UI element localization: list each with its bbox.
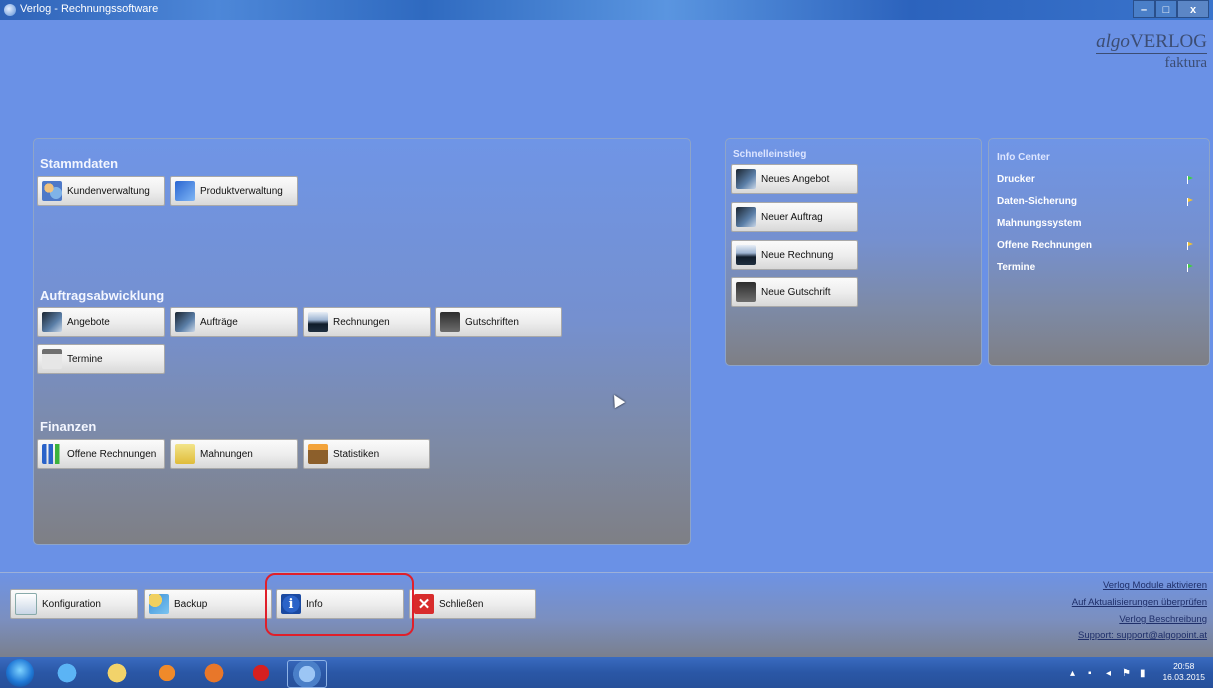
taskbar: ▴ ▪ ◂ ⚑ ▮ 20:58 16.03.2015 [0, 657, 1213, 688]
title-bar: Verlog - Rechnungssoftware [0, 0, 1213, 20]
logo-sub: faktura [1164, 55, 1207, 71]
rechnungen-label: Rechnungen [333, 316, 390, 328]
verlog-app-icon[interactable] [287, 660, 327, 688]
offene-rechnungen-label: Offene Rechnungen [67, 448, 157, 460]
statistics-icon [308, 444, 328, 464]
firefox-icon[interactable] [195, 660, 233, 686]
kundenverwaltung-button[interactable]: Kundenverwaltung [37, 176, 165, 206]
document-icon [42, 312, 62, 332]
calendar-icon [42, 349, 62, 369]
logo-brand-rest: VERLOG [1129, 31, 1207, 52]
kundenverwaltung-label: Kundenverwaltung [67, 185, 150, 197]
neue-rechnung-button[interactable]: Neue Rechnung [731, 240, 858, 270]
window-title: Verlog - Rechnungssoftware [20, 3, 159, 15]
auftraege-label: Aufträge [200, 316, 238, 328]
link-beschreibung[interactable]: Verlog Beschreibung [1119, 614, 1207, 625]
backup-icon [149, 594, 169, 614]
tray-network-icon[interactable]: ▪ [1088, 668, 1092, 679]
angebote-button[interactable]: Angebote [37, 307, 165, 337]
tray-signal-icon[interactable]: ▮ [1140, 668, 1146, 679]
bar-chart-icon [42, 444, 62, 464]
info-center-heading: Info Center [997, 152, 1050, 163]
angebote-label: Angebote [67, 316, 110, 328]
neues-angebot-button[interactable]: Neues Angebot [731, 164, 858, 194]
document-icon [736, 169, 756, 189]
schnelleinstieg-heading: Schnelleinstieg [733, 149, 807, 160]
termine-button[interactable]: Termine [37, 344, 165, 374]
folder-icon [175, 444, 195, 464]
people-icon [42, 181, 62, 201]
person-icon [736, 282, 756, 302]
close-icon: ✕ [414, 594, 434, 614]
statistiken-label: Statistiken [333, 448, 380, 460]
explorer-folder-icon[interactable] [98, 660, 136, 686]
neue-gutschrift-label: Neue Gutschrift [761, 286, 831, 298]
invoice-icon [736, 245, 756, 265]
info-center-panel [988, 138, 1210, 366]
clock-date: 16.03.2015 [1162, 672, 1205, 682]
mahnungen-label: Mahnungen [200, 448, 253, 460]
order-icon [736, 207, 756, 227]
rechnungen-button[interactable]: Rechnungen [303, 307, 431, 337]
invoice-icon [308, 312, 328, 332]
tray-speaker-icon[interactable]: ◂ [1106, 668, 1111, 679]
logo-brand-italic: algo [1096, 31, 1130, 52]
konfiguration-button[interactable]: Konfiguration [10, 589, 138, 619]
finanzen-heading: Finanzen [40, 419, 97, 434]
konfiguration-label: Konfiguration [42, 598, 101, 610]
auftragsabwicklung-heading: Auftragsabwicklung [40, 288, 165, 303]
internet-explorer-icon[interactable] [48, 660, 86, 686]
app-icon [4, 4, 16, 16]
info-row-offene-rechnungen: Offene Rechnungen [997, 240, 1093, 251]
produktverwaltung-label: Produktverwaltung [200, 185, 283, 197]
link-module-aktivieren[interactable]: Verlog Module aktivieren [1103, 580, 1207, 591]
backup-button[interactable]: Backup [144, 589, 272, 619]
neuer-auftrag-button[interactable]: Neuer Auftrag [731, 202, 858, 232]
start-button[interactable] [6, 659, 34, 687]
neues-angebot-label: Neues Angebot [761, 173, 830, 185]
person-icon [440, 312, 460, 332]
schliessen-label: Schließen [439, 598, 484, 610]
stammdaten-heading: Stammdaten [40, 156, 119, 171]
offene-rechnungen-button[interactable]: Offene Rechnungen [37, 439, 165, 469]
link-support[interactable]: Support: support@algopoint.at [1078, 630, 1207, 641]
produktverwaltung-button[interactable]: Produktverwaltung [170, 176, 298, 206]
statistiken-button[interactable]: Statistiken [303, 439, 430, 469]
info-row-drucker: Drucker [997, 174, 1035, 185]
termine-label: Termine [67, 353, 103, 365]
mahnungen-button[interactable]: Mahnungen [170, 439, 298, 469]
tray-flag-icon[interactable]: ⚑ [1122, 668, 1131, 679]
red-app-icon[interactable] [242, 660, 280, 686]
clock-time: 20:58 [1173, 661, 1195, 671]
schliessen-button[interactable]: ✕ Schließen [409, 589, 536, 619]
neue-rechnung-label: Neue Rechnung [761, 249, 834, 261]
tray-arrow-icon[interactable]: ▴ [1070, 668, 1075, 679]
status-flag-icon [1187, 264, 1194, 272]
minimize-button[interactable]: – [1133, 0, 1155, 18]
gutschriften-button[interactable]: Gutschriften [435, 307, 562, 337]
media-player-icon[interactable] [148, 660, 186, 686]
status-flag-icon [1187, 242, 1194, 250]
taskbar-clock[interactable]: 20:58 16.03.2015 [1162, 661, 1205, 683]
puzzle-icon [175, 181, 195, 201]
gutschriften-label: Gutschriften [465, 316, 519, 328]
close-window-button[interactable]: x [1177, 0, 1209, 18]
neuer-auftrag-label: Neuer Auftrag [761, 211, 823, 223]
info-row-mahnungssystem: Mahnungssystem [997, 218, 1082, 229]
auftraege-button[interactable]: Aufträge [170, 307, 298, 337]
info-row-daten-sicherung: Daten-Sicherung [997, 196, 1078, 207]
brand-logo: algoVERLOG faktura [1096, 32, 1207, 72]
info-highlight-annotation [265, 573, 414, 636]
configuration-icon [15, 593, 37, 615]
status-flag-icon [1187, 198, 1194, 206]
status-flag-icon [1187, 176, 1194, 184]
maximize-button[interactable]: □ [1155, 0, 1177, 18]
backup-label: Backup [174, 598, 208, 610]
link-aktualisierungen[interactable]: Auf Aktualisierungen überprüfen [1072, 597, 1207, 608]
info-row-termine: Termine [997, 262, 1036, 273]
order-icon [175, 312, 195, 332]
neue-gutschrift-button[interactable]: Neue Gutschrift [731, 277, 858, 307]
